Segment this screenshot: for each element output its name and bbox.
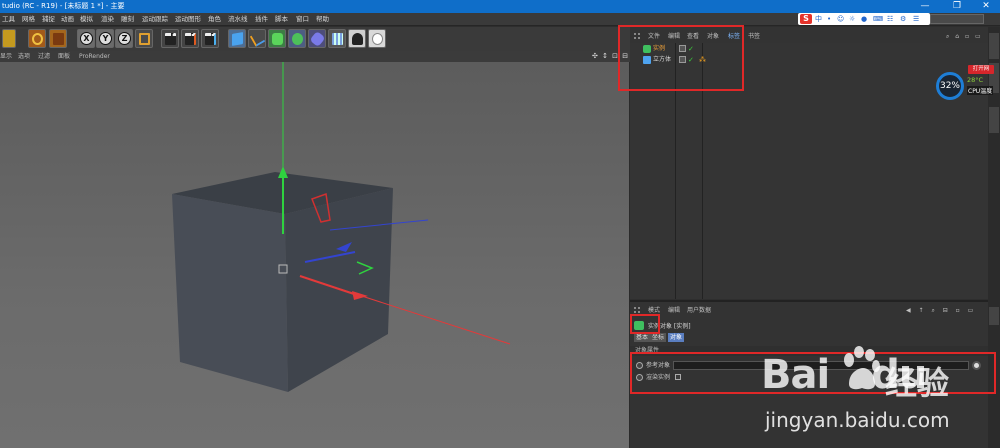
maximize-button[interactable]: ❐ xyxy=(942,0,972,13)
menu-plugins[interactable]: 插件 xyxy=(255,13,268,26)
gizmo-y-arrow-icon[interactable] xyxy=(278,166,288,178)
menu-window[interactable]: 窗口 xyxy=(296,13,309,26)
scale-tool-icon[interactable] xyxy=(49,29,67,48)
deformer-bend-icon[interactable] xyxy=(308,29,326,48)
attribute-manager-menu: 模式 编辑 用户数据 ◀ ↑ ⌕ ⊟ ▫ ▭ xyxy=(630,302,988,315)
viewport-header: 显示 选项 过滤 面板 ProRender ✣ ↕ ⊡ ⊟ xyxy=(0,51,630,62)
render-view-icon[interactable] xyxy=(161,29,179,48)
array-mograph-icon[interactable] xyxy=(288,29,306,48)
highlight-instance-icon xyxy=(630,314,660,334)
rotate-tool-icon[interactable] xyxy=(28,29,46,48)
cube-object-icon[interactable] xyxy=(228,29,246,48)
cube-front-left-face xyxy=(172,194,288,392)
watermark-url: jingyan.baidu.com xyxy=(765,408,950,432)
cpu-temperature: 28°C xyxy=(967,76,984,84)
axis-y-button[interactable]: Y xyxy=(96,29,114,48)
camera-object-icon[interactable] xyxy=(348,29,366,48)
viewport-scene xyxy=(172,62,511,392)
ime-settings-icon[interactable]: ⚙ xyxy=(900,13,906,25)
menu-tools[interactable]: 工具 xyxy=(2,13,15,26)
coordinate-system-icon[interactable] xyxy=(135,29,153,48)
render-settings-icon[interactable] xyxy=(201,29,219,48)
axis-y-label: Y xyxy=(99,32,112,45)
axis-z-button[interactable]: Z xyxy=(115,29,133,48)
search-box[interactable] xyxy=(930,14,984,24)
viewport-menu-options[interactable]: 选项 xyxy=(18,51,30,62)
menu-animation[interactable]: 动画 xyxy=(61,13,74,26)
ime-chinese-toggle[interactable]: 中 xyxy=(815,13,822,25)
panel-grip-icon[interactable] xyxy=(634,307,640,313)
ime-menu-icon[interactable]: ☰ xyxy=(913,13,919,25)
pen-spline-icon[interactable] xyxy=(248,29,266,48)
viewport-menu-filter[interactable]: 过滤 xyxy=(38,51,50,62)
cpu-temp-label: CPU温度 xyxy=(967,86,994,95)
subtab-basic[interactable]: 基本 xyxy=(634,333,651,342)
menu-snap[interactable]: 捕捉 xyxy=(42,13,55,26)
main-toolbar: X Y Z xyxy=(0,27,630,51)
cpu-badge[interactable]: 打开网 xyxy=(968,65,994,74)
window-title: tudio (RC - R19) - [未标题 1 *] - 主要 xyxy=(2,2,125,10)
ime-punct-icon[interactable]: • xyxy=(827,13,831,25)
cpu-monitor-widget[interactable]: 打开网 32% 28°C CPU温度 xyxy=(934,60,998,100)
ime-toolbar: S 中 • ☺ ☼ ● ⌨ ☷ ⚙ ☰ xyxy=(798,13,930,25)
watermark-cn: 经验 xyxy=(885,364,950,402)
menu-script[interactable]: 脚本 xyxy=(275,13,288,26)
menu-character[interactable]: 角色 xyxy=(208,13,221,26)
ime-emoji-icon[interactable]: ☺ xyxy=(837,13,844,25)
viewport-menu-panel[interactable]: 面板 xyxy=(58,51,70,62)
subdivision-surface-icon[interactable] xyxy=(268,29,286,48)
am-menu-edit[interactable]: 编辑 xyxy=(668,304,680,317)
menu-sculpt[interactable]: 雕刻 xyxy=(121,13,134,26)
ime-keyboard-icon[interactable]: ⌨ xyxy=(873,13,883,25)
axis-x-label: X xyxy=(80,32,93,45)
menu-mesh[interactable]: 网格 xyxy=(22,13,35,26)
om-search-home-icons[interactable]: ⌕ ⌂ ▫ ▭ xyxy=(946,30,983,43)
axis-z-label: Z xyxy=(118,32,131,45)
menu-help[interactable]: 帮助 xyxy=(316,13,329,26)
baidu-jingyan-watermark: Bai du 经验 jingyan.baidu.com xyxy=(745,346,985,444)
ime-skin-icon[interactable]: ☼ xyxy=(849,13,855,25)
menu-render[interactable]: 渲染 xyxy=(101,13,114,26)
axis-x-button[interactable]: X xyxy=(77,29,95,48)
subtab-object[interactable]: 对象 xyxy=(668,333,685,342)
om-menu-bookmarks[interactable]: 书签 xyxy=(748,30,760,43)
floor-object-icon[interactable] xyxy=(328,29,346,48)
edge-tab-layers[interactable] xyxy=(989,107,999,133)
edge-tab-attributes[interactable] xyxy=(989,307,999,325)
watermark-bai-text: Bai xyxy=(761,352,830,398)
viewport-menu-display[interactable]: 显示 xyxy=(0,51,12,62)
menu-pipeline[interactable]: 流水线 xyxy=(228,13,248,26)
viewport-menu-prorender[interactable]: ProRender xyxy=(79,51,110,62)
light-object-icon[interactable] xyxy=(368,29,386,48)
minimize-button[interactable]: — xyxy=(910,0,940,13)
edge-tab-objects[interactable] xyxy=(989,33,999,59)
baidu-paw-icon xyxy=(844,346,880,390)
close-button[interactable]: ✕ xyxy=(972,0,1000,13)
ime-tools-icon[interactable]: ☷ xyxy=(887,13,893,25)
title-bar: tudio (RC - R19) - [未标题 1 *] - 主要 — ❐ ✕ xyxy=(0,0,1000,13)
menu-motion-tracking[interactable]: 运动跟踪 xyxy=(142,13,168,26)
am-nav-icons[interactable]: ◀ ↑ ⌕ ⊟ ▫ ▭ xyxy=(906,304,976,317)
menu-mograph[interactable]: 运动图形 xyxy=(175,13,201,26)
sogou-logo-icon[interactable]: S xyxy=(800,14,812,24)
highlight-object-manager xyxy=(618,25,744,91)
perspective-viewport[interactable] xyxy=(0,62,630,448)
render-picture-viewer-icon[interactable] xyxy=(181,29,199,48)
menu-simulate[interactable]: 模拟 xyxy=(80,13,93,26)
ime-voice-icon[interactable]: ● xyxy=(861,13,867,25)
am-menu-user-data[interactable]: 用户数据 xyxy=(687,304,711,317)
subtab-coord[interactable]: 坐标 xyxy=(650,333,667,342)
tool-live-select-icon[interactable] xyxy=(2,29,16,48)
cpu-usage: 32% xyxy=(936,72,964,100)
